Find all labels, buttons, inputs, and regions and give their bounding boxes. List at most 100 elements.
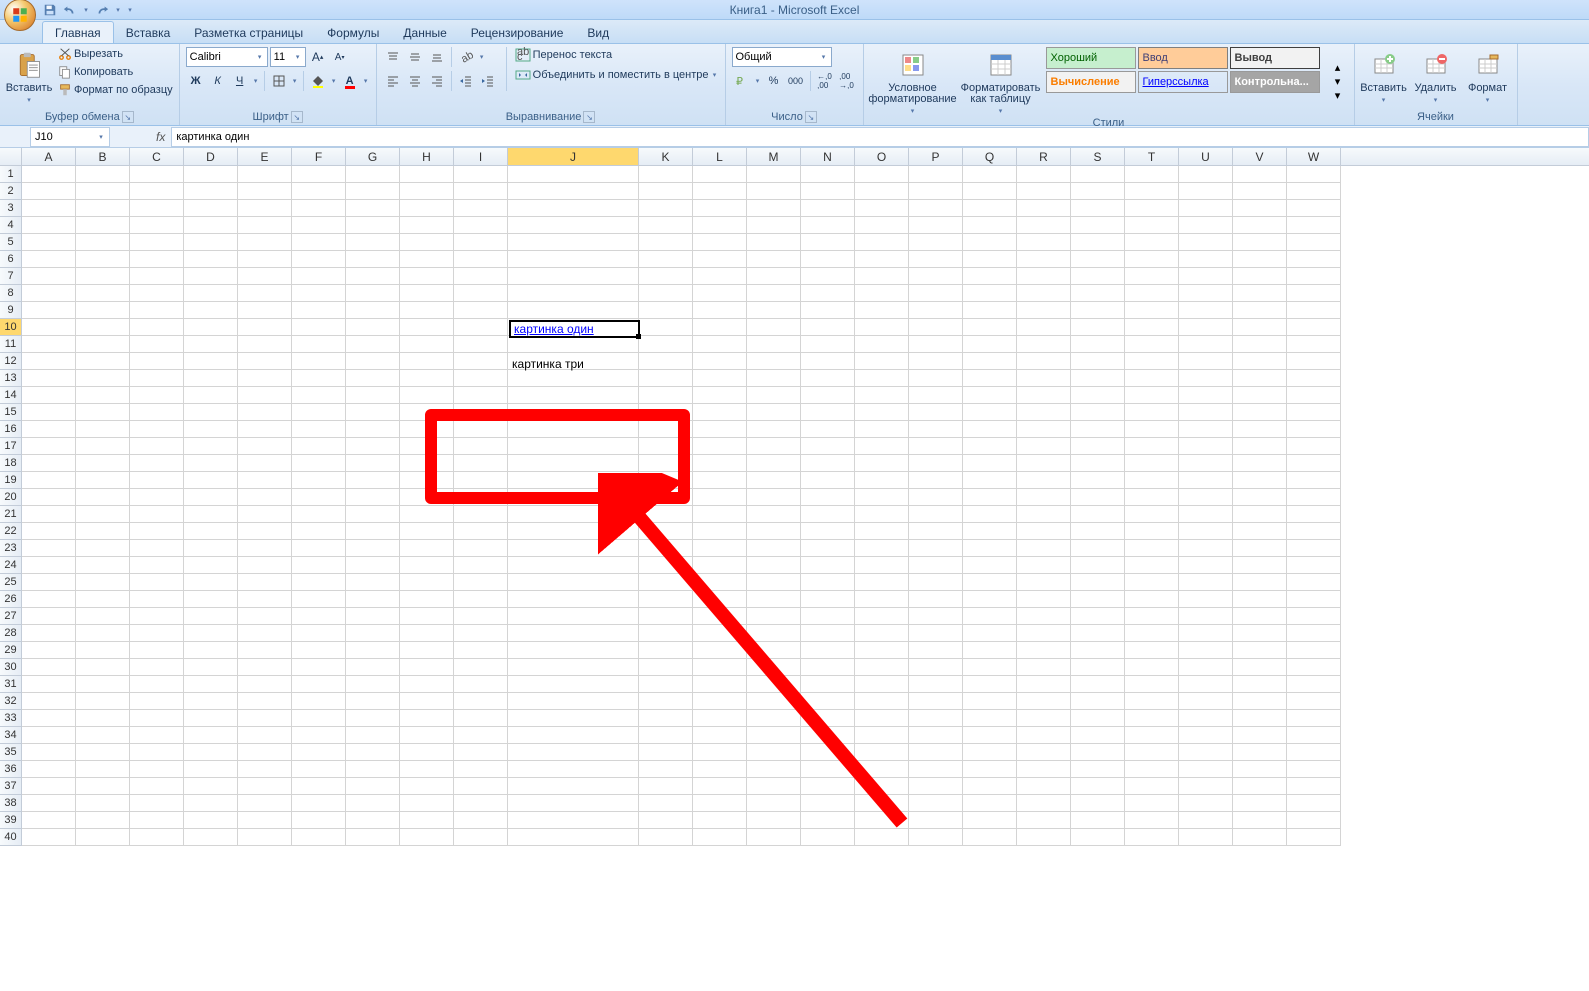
cell-J25[interactable] xyxy=(508,574,639,591)
cell-V15[interactable] xyxy=(1233,404,1287,421)
cell-T18[interactable] xyxy=(1125,455,1179,472)
bold-button[interactable]: Ж xyxy=(186,71,206,91)
cell-O32[interactable] xyxy=(855,693,909,710)
cell-D29[interactable] xyxy=(184,642,238,659)
cell-I22[interactable] xyxy=(454,523,508,540)
cell-N30[interactable] xyxy=(801,659,855,676)
cell-A27[interactable] xyxy=(22,608,76,625)
cell-H31[interactable] xyxy=(400,676,454,693)
cell-D37[interactable] xyxy=(184,778,238,795)
cell-D36[interactable] xyxy=(184,761,238,778)
cell-I37[interactable] xyxy=(454,778,508,795)
cell-F4[interactable] xyxy=(292,217,346,234)
cell-F23[interactable] xyxy=(292,540,346,557)
cell-W29[interactable] xyxy=(1287,642,1341,659)
cell-U6[interactable] xyxy=(1179,251,1233,268)
cell-Q39[interactable] xyxy=(963,812,1017,829)
cell-W22[interactable] xyxy=(1287,523,1341,540)
cell-Q38[interactable] xyxy=(963,795,1017,812)
cell-Q33[interactable] xyxy=(963,710,1017,727)
cell-A28[interactable] xyxy=(22,625,76,642)
cut-button[interactable]: Вырезать xyxy=(58,47,173,61)
cell-C2[interactable] xyxy=(130,183,184,200)
cell-R13[interactable] xyxy=(1017,370,1071,387)
cell-Q23[interactable] xyxy=(963,540,1017,557)
cell-Q32[interactable] xyxy=(963,693,1017,710)
cell-W17[interactable] xyxy=(1287,438,1341,455)
cell-J30[interactable] xyxy=(508,659,639,676)
cell-J13[interactable] xyxy=(508,370,639,387)
cell-G25[interactable] xyxy=(346,574,400,591)
cell-K27[interactable] xyxy=(639,608,693,625)
cell-S25[interactable] xyxy=(1071,574,1125,591)
column-header-U[interactable]: U xyxy=(1179,148,1233,165)
cell-T36[interactable] xyxy=(1125,761,1179,778)
cell-N10[interactable] xyxy=(801,319,855,336)
cell-N32[interactable] xyxy=(801,693,855,710)
cell-O40[interactable] xyxy=(855,829,909,846)
cell-I40[interactable] xyxy=(454,829,508,846)
cell-R25[interactable] xyxy=(1017,574,1071,591)
cell-W26[interactable] xyxy=(1287,591,1341,608)
cell-K9[interactable] xyxy=(639,302,693,319)
cell-V5[interactable] xyxy=(1233,234,1287,251)
cell-P27[interactable] xyxy=(909,608,963,625)
tab-view[interactable]: Вид xyxy=(575,22,621,43)
cell-V29[interactable] xyxy=(1233,642,1287,659)
cell-H21[interactable] xyxy=(400,506,454,523)
cell-P34[interactable] xyxy=(909,727,963,744)
cell-F13[interactable] xyxy=(292,370,346,387)
cell-G19[interactable] xyxy=(346,472,400,489)
cell-U31[interactable] xyxy=(1179,676,1233,693)
cell-A25[interactable] xyxy=(22,574,76,591)
cell-E27[interactable] xyxy=(238,608,292,625)
cell-J36[interactable] xyxy=(508,761,639,778)
row-header-35[interactable]: 35 xyxy=(0,744,22,761)
cell-B3[interactable] xyxy=(76,200,130,217)
cell-H19[interactable] xyxy=(400,472,454,489)
cell-B4[interactable] xyxy=(76,217,130,234)
cell-S19[interactable] xyxy=(1071,472,1125,489)
cell-K28[interactable] xyxy=(639,625,693,642)
cell-T8[interactable] xyxy=(1125,285,1179,302)
cell-F24[interactable] xyxy=(292,557,346,574)
cell-J24[interactable] xyxy=(508,557,639,574)
cell-U23[interactable] xyxy=(1179,540,1233,557)
cell-I10[interactable] xyxy=(454,319,508,336)
cell-C6[interactable] xyxy=(130,251,184,268)
cell-G18[interactable] xyxy=(346,455,400,472)
cell-B21[interactable] xyxy=(76,506,130,523)
cell-W8[interactable] xyxy=(1287,285,1341,302)
cell-E14[interactable] xyxy=(238,387,292,404)
cell-F1[interactable] xyxy=(292,166,346,183)
cell-C9[interactable] xyxy=(130,302,184,319)
cell-C23[interactable] xyxy=(130,540,184,557)
column-header-N[interactable]: N xyxy=(801,148,855,165)
cell-Q14[interactable] xyxy=(963,387,1017,404)
cell-G14[interactable] xyxy=(346,387,400,404)
row-header-25[interactable]: 25 xyxy=(0,574,22,591)
cell-U12[interactable] xyxy=(1179,353,1233,370)
row-header-24[interactable]: 24 xyxy=(0,557,22,574)
cell-W34[interactable] xyxy=(1287,727,1341,744)
cell-J5[interactable] xyxy=(508,234,639,251)
cell-H38[interactable] xyxy=(400,795,454,812)
cell-E26[interactable] xyxy=(238,591,292,608)
cell-C20[interactable] xyxy=(130,489,184,506)
cell-N9[interactable] xyxy=(801,302,855,319)
cell-A9[interactable] xyxy=(22,302,76,319)
cell-S38[interactable] xyxy=(1071,795,1125,812)
cell-S27[interactable] xyxy=(1071,608,1125,625)
cell-W28[interactable] xyxy=(1287,625,1341,642)
copy-button[interactable]: Копировать xyxy=(58,65,173,79)
cell-R2[interactable] xyxy=(1017,183,1071,200)
cell-O31[interactable] xyxy=(855,676,909,693)
cell-C21[interactable] xyxy=(130,506,184,523)
cell-R15[interactable] xyxy=(1017,404,1071,421)
cell-L33[interactable] xyxy=(693,710,747,727)
cell-W36[interactable] xyxy=(1287,761,1341,778)
decrease-decimal-icon[interactable]: ,00→,0 xyxy=(837,71,857,91)
cell-C22[interactable] xyxy=(130,523,184,540)
row-header-38[interactable]: 38 xyxy=(0,795,22,812)
cell-O14[interactable] xyxy=(855,387,909,404)
